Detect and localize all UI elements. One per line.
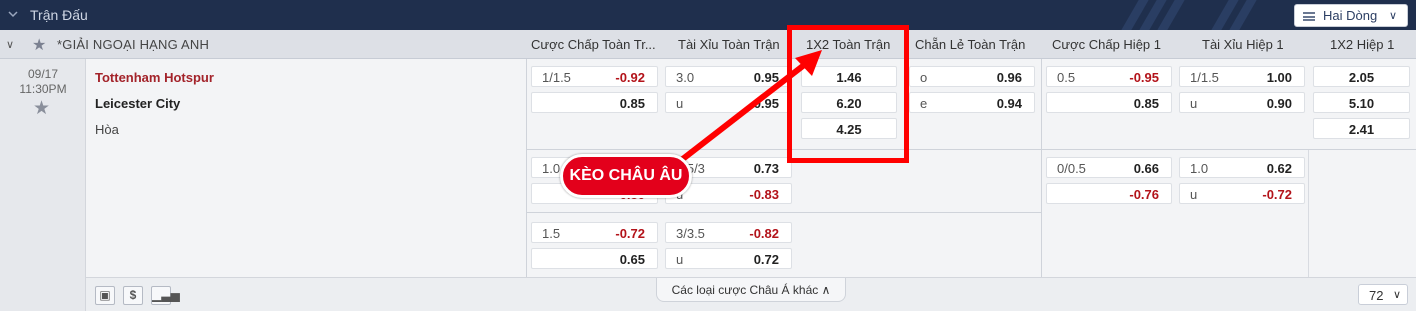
annotation-arrow bbox=[673, 50, 822, 168]
annotation-label: KÈO CHÂU ÂU bbox=[560, 154, 692, 198]
